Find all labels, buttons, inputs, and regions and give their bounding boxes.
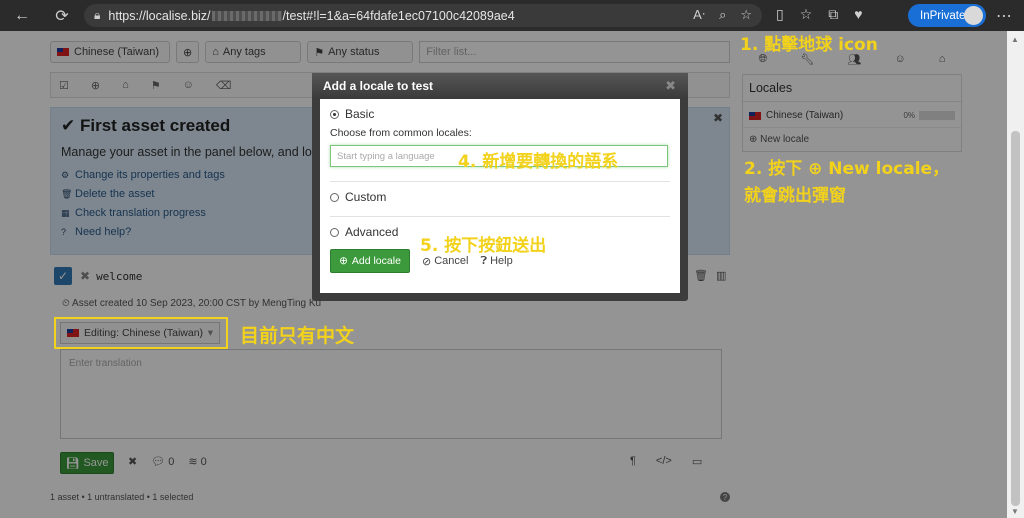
- add-locale-button[interactable]: ⊕ Add locale: [330, 249, 410, 273]
- scroll-up-icon[interactable]: ▲: [1011, 35, 1019, 44]
- cancel-button[interactable]: ⊘ Cancel: [422, 255, 468, 268]
- language-input-placeholder: Start typing a language: [337, 150, 435, 162]
- divider: [330, 181, 670, 182]
- scrollbar[interactable]: ▲ ▼: [1007, 31, 1024, 518]
- basic-radio[interactable]: [330, 109, 339, 119]
- custom-label: Custom: [345, 190, 387, 204]
- advanced-radio[interactable]: [330, 227, 339, 237]
- add-locale-label: Add locale: [351, 255, 401, 267]
- question-icon: ❓︎: [480, 254, 488, 267]
- cancel-label: Cancel: [434, 255, 469, 267]
- zoom-icon[interactable]: ⌕: [719, 7, 726, 23]
- basic-label: Basic: [345, 107, 375, 121]
- modal-header: Add a locale to test: [312, 73, 688, 99]
- annotation-step4: 4. 新增要轉換的語系: [458, 152, 619, 172]
- favorite-star-icon[interactable]: ☆: [740, 7, 752, 23]
- read-aloud-icon[interactable]: Aᐧ: [693, 7, 705, 23]
- annotation-current: 目前只有中文: [240, 325, 355, 347]
- more-menu-icon[interactable]: ⋯: [996, 6, 1012, 26]
- ban-icon: ⊘: [422, 255, 432, 268]
- split-screen-icon[interactable]: ▯: [776, 6, 784, 23]
- annotation-step2-line1: 2. 按下 ⊕ New locale，: [744, 159, 950, 179]
- annotation-step2-line2: 就會跳出彈窗: [744, 186, 846, 206]
- inprivate-label: InPrivate: [920, 9, 966, 22]
- choose-label: Choose from common locales:: [330, 127, 472, 139]
- refresh-icon[interactable]: ⟳: [48, 2, 76, 30]
- divider: [330, 216, 670, 217]
- favorites-icon[interactable]: ☆: [800, 6, 813, 23]
- scroll-down-icon[interactable]: ▼: [1011, 507, 1019, 516]
- highlight-box: [54, 317, 228, 349]
- advanced-label: Advanced: [345, 225, 399, 239]
- url-masked: [211, 10, 282, 21]
- scrollbar-thumb[interactable]: [1011, 131, 1020, 506]
- annotation-step5: 5. 按下按鈕送出: [420, 236, 547, 256]
- annotation-step2: 2. 按下 ⊕ New locale， 就會跳出彈窗: [744, 156, 949, 210]
- address-bar[interactable]: 🔒︎ https://localise.biz/ /test#!l=1&a=64…: [84, 4, 762, 27]
- modal-title: Add a locale to test: [323, 79, 434, 93]
- custom-radio[interactable]: [330, 192, 339, 202]
- basic-radio-option[interactable]: Basic: [330, 107, 670, 121]
- help-button[interactable]: ❓︎ Help: [480, 255, 512, 268]
- avatar: [964, 6, 983, 25]
- inprivate-button[interactable]: InPrivate: [908, 4, 986, 27]
- health-icon[interactable]: ♥: [854, 6, 862, 23]
- url-suffix: /test#!l=1&a=64fdafe1ec07100c42089ae4: [282, 8, 515, 23]
- annotation-step1: 1. 點擊地球 icon: [740, 35, 878, 55]
- plus-circle-icon: ⊕: [339, 255, 348, 267]
- custom-radio-option[interactable]: Custom: [330, 190, 670, 204]
- add-locale-modal: Add a locale to test ✖ Basic Choose from…: [312, 73, 688, 301]
- lock-icon: 🔒︎: [94, 8, 101, 22]
- back-icon[interactable]: ←: [8, 2, 36, 30]
- help-label: Help: [490, 255, 513, 267]
- modal-close-icon[interactable]: ✖: [665, 78, 676, 94]
- collections-icon[interactable]: ⧉: [828, 6, 838, 23]
- url-prefix: https://localise.biz/: [108, 8, 211, 23]
